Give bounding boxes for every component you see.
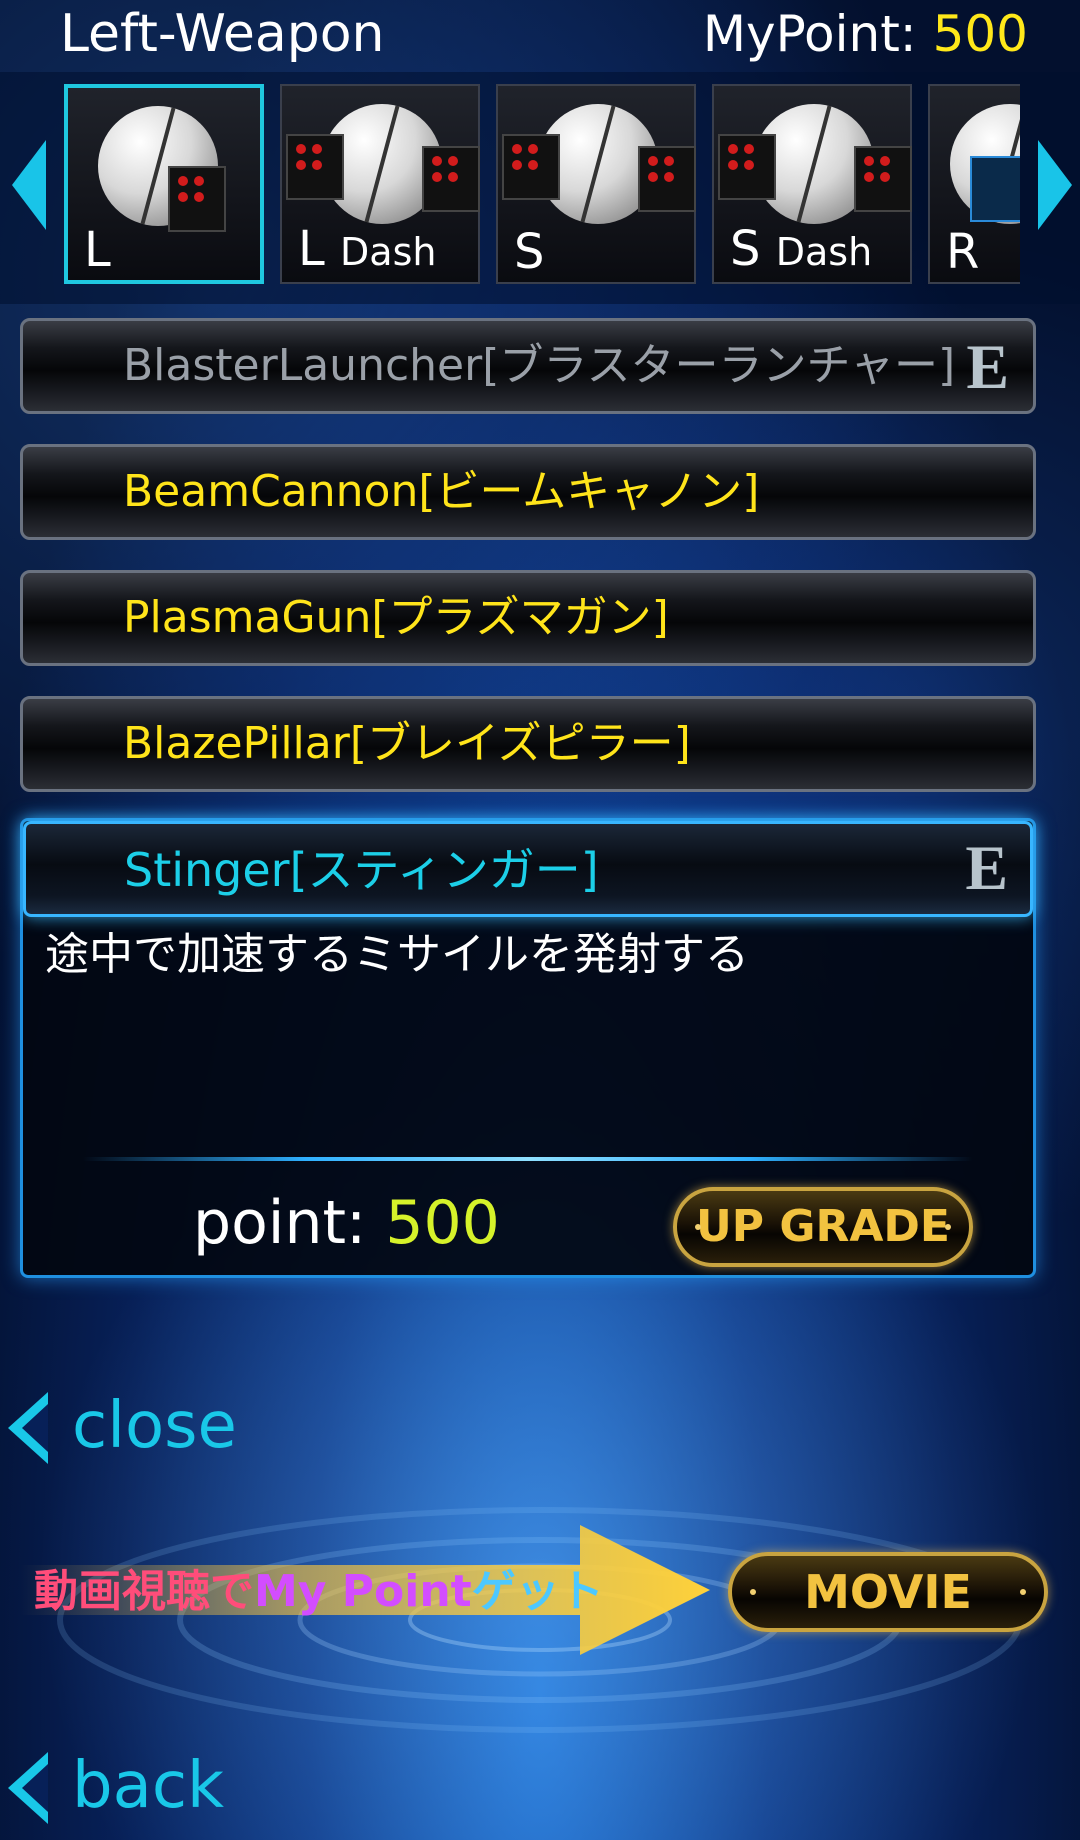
close-label: close <box>72 1389 237 1463</box>
missile-pod-icon <box>422 146 480 212</box>
upgrade-cost: point: 500 <box>193 1187 500 1259</box>
equipped-badge: E <box>966 331 1009 402</box>
weapon-thumbnails: L L Dash S S Dash R <box>64 80 1020 288</box>
weapon-item-label: BeamCannon[ビームキャノン] <box>123 466 760 517</box>
upgrade-button[interactable]: UP GRADE <box>673 1187 973 1267</box>
missile-pod-icon <box>168 166 226 232</box>
page-title: Left-Weapon <box>60 4 385 64</box>
weapon-thumb-label: S <box>514 224 545 280</box>
weapon-description: 途中で加速するミサイルを発射する <box>45 929 749 980</box>
movie-button[interactable]: MOVIE <box>728 1552 1048 1632</box>
missile-pod-icon <box>854 146 912 212</box>
weapon-item-stinger[interactable]: Stinger[スティンガー] E <box>23 821 1033 917</box>
mypoint-label: MyPoint: <box>702 5 917 63</box>
divider <box>83 1157 973 1161</box>
missile-pod-icon <box>638 146 696 212</box>
movie-button-label: MOVIE <box>804 1565 972 1619</box>
carousel-prev-arrow-icon[interactable] <box>12 140 46 230</box>
weapon-thumb-label: L Dash <box>298 221 437 277</box>
weapon-item-label: BlasterLauncher[ブラスターランチャー] <box>123 340 956 391</box>
missile-pod-icon <box>286 134 344 200</box>
missile-pod-icon <box>718 134 776 200</box>
chevron-left-icon <box>8 1752 48 1824</box>
weapon-item-blazepillar[interactable]: BlazePillar[ブレイズピラー] <box>20 696 1036 792</box>
weapon-thumb-label: R <box>946 224 980 280</box>
weapon-thumb-label: L <box>84 222 111 278</box>
equipped-badge: E <box>965 832 1008 903</box>
back-button[interactable]: back <box>0 1746 260 1826</box>
weapon-thumb-r[interactable]: R <box>928 84 1020 284</box>
weapon-item-blasterlauncher[interactable]: BlasterLauncher[ブラスターランチャー] E <box>20 318 1036 414</box>
weapon-item-label: BlazePillar[ブレイズピラー] <box>123 718 691 769</box>
upgrade-cost-label: point: <box>193 1188 367 1258</box>
mypoint-display: MyPoint: 500 <box>703 4 1028 64</box>
mypoint-value: 500 <box>932 5 1028 63</box>
movie-promo-text: 動画視聴でMy Pointゲット <box>34 1566 604 1617</box>
weapon-thumb-l[interactable]: L <box>64 84 264 284</box>
laser-pod-icon <box>970 156 1020 222</box>
back-label: back <box>72 1749 225 1823</box>
weapon-thumb-l-dash[interactable]: L Dash <box>280 84 480 284</box>
weapon-item-beamcannon[interactable]: BeamCannon[ビームキャノン] <box>20 444 1036 540</box>
carousel-next-arrow-icon[interactable] <box>1038 140 1072 230</box>
weapon-detail-panel: Stinger[スティンガー] E 途中で加速するミサイルを発射する point… <box>20 818 1036 1278</box>
weapon-item-label: Stinger[スティンガー] <box>124 843 599 897</box>
weapon-thumb-s[interactable]: S <box>496 84 696 284</box>
missile-pod-icon <box>502 134 560 200</box>
weapon-item-label: PlasmaGun[プラズマガン] <box>123 592 669 643</box>
chevron-left-icon <box>8 1392 48 1464</box>
upgrade-cost-value: 500 <box>385 1188 500 1258</box>
weapon-thumb-s-dash[interactable]: S Dash <box>712 84 912 284</box>
close-button[interactable]: close <box>0 1386 260 1466</box>
weapon-item-plasmagun[interactable]: PlasmaGun[プラズマガン] <box>20 570 1036 666</box>
upgrade-button-label: UP GRADE <box>696 1201 950 1252</box>
weapon-thumb-label: S Dash <box>730 221 873 277</box>
